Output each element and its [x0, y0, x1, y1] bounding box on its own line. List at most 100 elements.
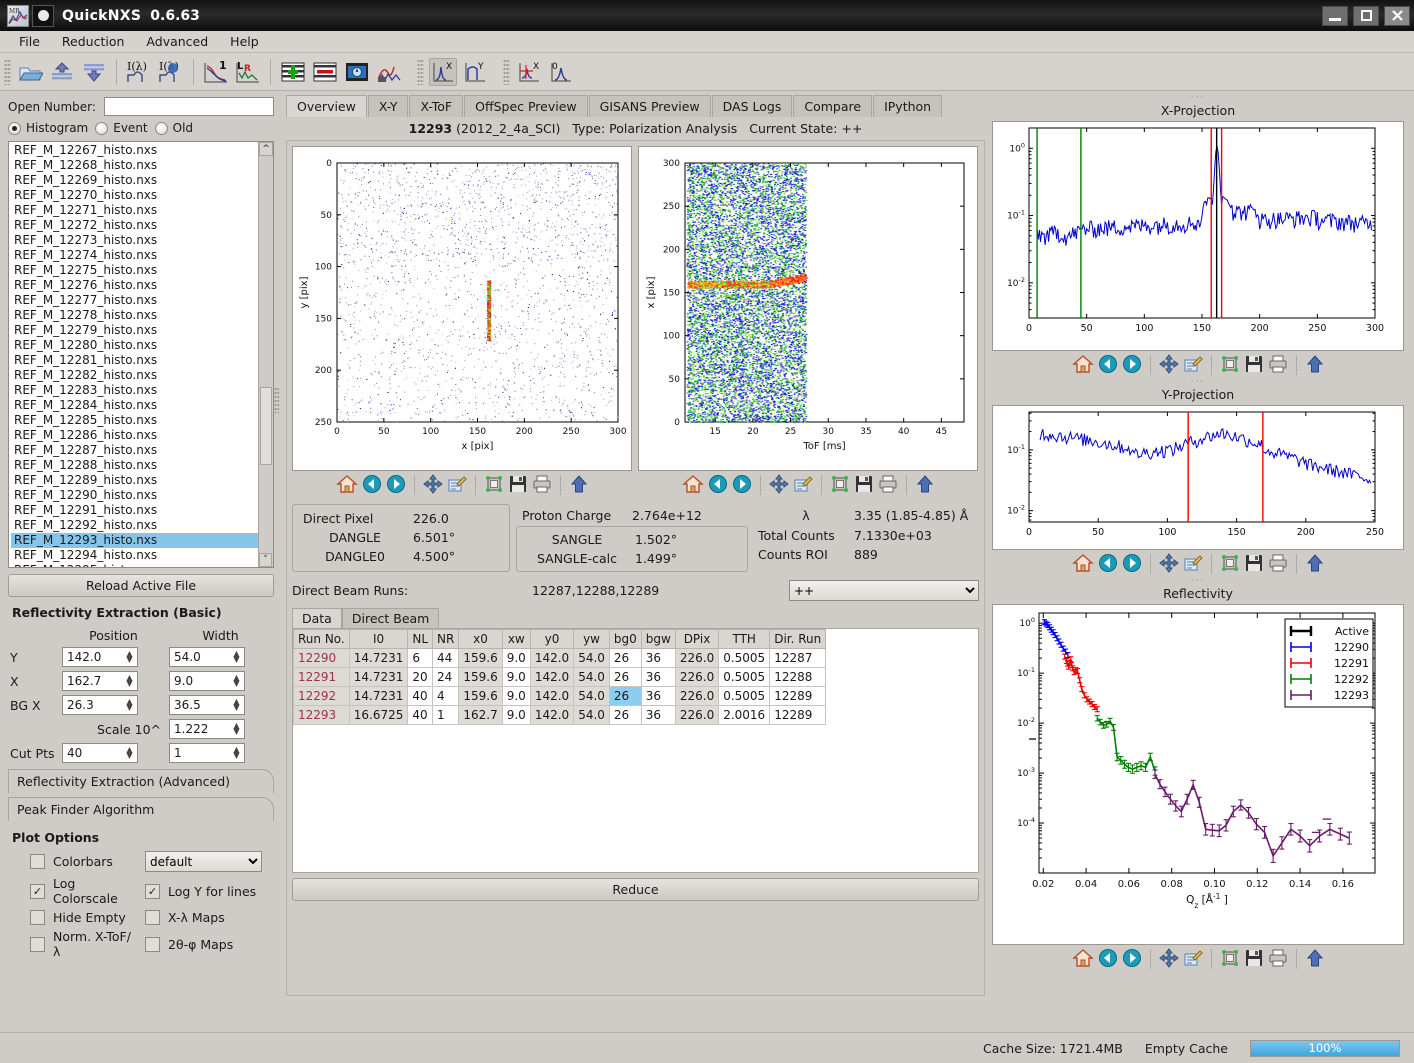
- reflectivity-1-icon[interactable]: 1: [202, 58, 230, 86]
- list-item[interactable]: REF_M_12282_histo.nxs: [11, 368, 273, 383]
- colorbars-checkbox[interactable]: [30, 854, 45, 869]
- table-cell[interactable]: 12287: [770, 649, 826, 668]
- table-cell[interactable]: 14.7231: [349, 687, 408, 706]
- forward-arrow-icon[interactable]: [1122, 354, 1142, 377]
- list-item[interactable]: REF_M_12286_histo.nxs: [11, 428, 273, 443]
- table-row[interactable]: 1229316.6725401162.79.0142.054.02636226.…: [294, 706, 826, 725]
- scale-input[interactable]: 1.222 ▲▼: [169, 719, 245, 739]
- table-cell[interactable]: 1: [433, 706, 459, 725]
- pan-move-icon[interactable]: [1159, 553, 1179, 576]
- configure-subplots-icon[interactable]: [830, 474, 850, 497]
- lr-plot-icon[interactable]: L R: [234, 58, 262, 86]
- forward-arrow-icon[interactable]: [1122, 553, 1142, 576]
- x-position-input[interactable]: 162.7 ▲▼: [62, 671, 138, 691]
- table-cell[interactable]: 0.5005: [719, 668, 770, 687]
- runs-table[interactable]: Run No.I0NLNRx0xwy0ywbg0bgwDPixTTHDir. R…: [293, 629, 826, 725]
- print-icon[interactable]: [878, 474, 898, 497]
- list-item[interactable]: REF_M_12278_histo.nxs: [11, 308, 273, 323]
- crosshair-x-icon[interactable]: X: [515, 58, 543, 86]
- red-stack-icon[interactable]: [311, 58, 339, 86]
- film-icon[interactable]: [343, 58, 371, 86]
- save-disk-icon[interactable]: [1244, 948, 1264, 971]
- table-header-cell[interactable]: NL: [408, 630, 433, 649]
- table-cell[interactable]: 142.0: [530, 706, 573, 725]
- table-cell[interactable]: 142.0: [530, 668, 573, 687]
- table-cell[interactable]: 26: [609, 687, 641, 706]
- log-y-lines-checkbox[interactable]: ✓: [145, 884, 160, 899]
- table-cell-run-no[interactable]: 12293: [294, 706, 350, 725]
- print-icon[interactable]: [1268, 948, 1288, 971]
- radio-old[interactable]: Old: [155, 121, 193, 135]
- table-cell[interactable]: 14.7231: [349, 668, 408, 687]
- table-header-cell[interactable]: bg0: [609, 630, 641, 649]
- table-cell[interactable]: 14.7231: [349, 649, 408, 668]
- zoom-edit-icon[interactable]: [793, 474, 813, 497]
- reduce-button[interactable]: Reduce: [292, 878, 979, 901]
- print-icon[interactable]: [532, 474, 552, 497]
- table-cell-run-no[interactable]: 12291: [294, 668, 350, 687]
- y-projection-plot[interactable]: 05010015020025010-110-2: [992, 405, 1404, 550]
- bgx-position-input[interactable]: 26.3 ▲▼: [62, 695, 138, 715]
- x-width-input[interactable]: 9.0 ▲▼: [169, 671, 245, 691]
- list-item[interactable]: REF_M_12290_histo.nxs: [11, 488, 273, 503]
- list-item[interactable]: REF_M_12275_histo.nxs: [11, 263, 273, 278]
- radio-histogram[interactable]: Histogram: [8, 121, 88, 135]
- table-header-cell[interactable]: yw: [574, 630, 610, 649]
- table-cell[interactable]: 226.0: [675, 687, 718, 706]
- cutpts-left-stepper[interactable]: ▲▼: [122, 747, 137, 759]
- menu-file[interactable]: File: [8, 32, 51, 51]
- upload-arrow-icon[interactable]: [1305, 354, 1325, 377]
- bgx-position-stepper[interactable]: ▲▼: [122, 699, 137, 711]
- upload-arrow-icon[interactable]: [1305, 948, 1325, 971]
- table-cell[interactable]: 159.6: [459, 687, 502, 706]
- list-item[interactable]: REF_M_12294_histo.nxs: [11, 548, 273, 563]
- list-item[interactable]: REF_M_12270_histo.nxs: [11, 188, 273, 203]
- forward-arrow-icon[interactable]: [1122, 948, 1142, 971]
- table-cell[interactable]: 26: [609, 706, 641, 725]
- table-cell[interactable]: 0.5005: [719, 649, 770, 668]
- tab-ipython[interactable]: IPython: [873, 95, 942, 117]
- table-cell[interactable]: 36: [641, 706, 675, 725]
- table-cell[interactable]: 142.0: [530, 687, 573, 706]
- table-header-cell[interactable]: NR: [433, 630, 459, 649]
- table-cell[interactable]: 24: [433, 668, 459, 687]
- list-item[interactable]: REF_M_12285_histo.nxs: [11, 413, 273, 428]
- x-width-stepper[interactable]: ▲▼: [229, 675, 244, 687]
- table-cell-run-no[interactable]: 12290: [294, 649, 350, 668]
- file-list-scrollbar[interactable]: ^ ˅: [258, 142, 273, 567]
- home-icon[interactable]: [1072, 553, 1094, 576]
- table-header-cell[interactable]: Run No.: [294, 630, 350, 649]
- list-item[interactable]: REF_M_12273_histo.nxs: [11, 233, 273, 248]
- table-cell[interactable]: 36: [641, 687, 675, 706]
- zoom-edit-icon[interactable]: [1183, 553, 1203, 576]
- list-item[interactable]: REF_M_12274_histo.nxs: [11, 248, 273, 263]
- table-cell[interactable]: 54.0: [574, 668, 610, 687]
- table-cell[interactable]: 54.0: [574, 649, 610, 668]
- log-colorscale-checkbox[interactable]: ✓: [30, 884, 45, 899]
- forward-arrow-icon[interactable]: [732, 474, 752, 497]
- table-cell[interactable]: 40: [408, 687, 433, 706]
- xy-plot[interactable]: 050100150200250300050100150200250x [pix]…: [292, 146, 632, 471]
- cutpts-right-input[interactable]: 1 ▲▼: [169, 743, 245, 763]
- save-disk-icon[interactable]: [1244, 354, 1264, 377]
- x-projection-plot[interactable]: 05010015020025030010010-110-2: [992, 121, 1404, 351]
- pan-move-icon[interactable]: [1159, 948, 1179, 971]
- pan-move-icon[interactable]: [769, 474, 789, 497]
- table-cell[interactable]: 26: [609, 649, 641, 668]
- table-cell[interactable]: 54.0: [574, 706, 610, 725]
- home-icon[interactable]: [1072, 354, 1094, 377]
- norm-xtof-checkbox[interactable]: [30, 937, 45, 952]
- home-icon[interactable]: [1072, 948, 1094, 971]
- save-disk-icon[interactable]: [508, 474, 528, 497]
- zoom-edit-icon[interactable]: [447, 474, 467, 497]
- file-list[interactable]: REF_M_12267_histo.nxsREF_M_12268_histo.n…: [9, 142, 273, 567]
- polarization-state-select[interactable]: ++: [789, 580, 979, 601]
- table-cell[interactable]: 12289: [770, 687, 826, 706]
- table-cell[interactable]: 9.0: [502, 668, 530, 687]
- peak-x-icon[interactable]: X: [429, 58, 457, 86]
- list-item[interactable]: REF_M_12276_histo.nxs: [11, 278, 273, 293]
- hide-empty-checkbox[interactable]: [30, 910, 45, 925]
- table-cell[interactable]: 9.0: [502, 649, 530, 668]
- y-width-input[interactable]: 54.0 ▲▼: [169, 647, 245, 667]
- colormap-select[interactable]: default: [145, 851, 262, 872]
